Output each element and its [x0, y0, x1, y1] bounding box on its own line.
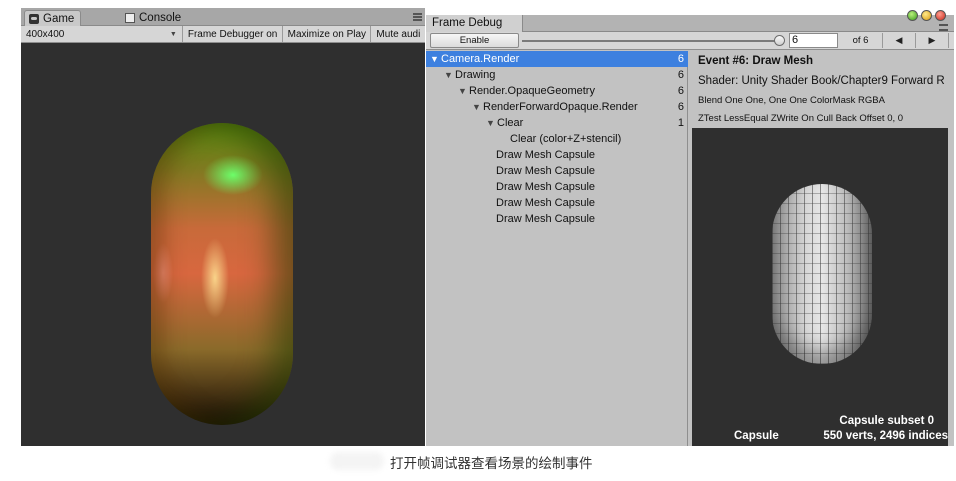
preview-mesh-name: Capsule — [734, 430, 779, 442]
shader-name: Shader: Unity Shader Book/Chapter9 Forwa… — [698, 75, 945, 87]
blend-state: Blend One One, One One ColorMask RGBA — [698, 95, 885, 106]
game-controller-icon — [29, 13, 39, 24]
tree-item-count: 6 — [677, 69, 684, 81]
next-event-button[interactable]: ▶ — [916, 33, 949, 48]
panel-menu-icon[interactable] — [939, 24, 948, 31]
tree-item-label: RenderForwardOpaque.Render — [483, 101, 638, 113]
tree-item-draw-mesh[interactable]: Draw Mesh Capsule — [426, 195, 688, 211]
tree-item-label: Draw Mesh Capsule — [496, 181, 596, 193]
tree-item-count: 1 — [677, 117, 684, 129]
expand-triangle-icon[interactable]: ▼ — [444, 67, 455, 83]
event-slider-handle[interactable] — [774, 35, 785, 46]
tree-item-count: 6 — [677, 53, 684, 65]
frame-debugger-toggle[interactable]: Frame Debugger on — [183, 26, 283, 42]
arrow-left-icon: ◀ — [895, 35, 903, 45]
tree-item-label: Clear (color+Z+stencil) — [510, 133, 622, 145]
event-title: Event #6: Draw Mesh — [698, 55, 814, 67]
tab-frame-debug[interactable]: Frame Debug — [426, 15, 523, 32]
tree-item-label: Render.OpaqueGeometry — [469, 85, 595, 97]
tree-item-count: 6 — [677, 101, 684, 113]
tab-game[interactable]: Game — [24, 10, 82, 26]
tree-item-draw-mesh[interactable]: Draw Mesh Capsule — [426, 179, 688, 195]
mute-audio-toggle[interactable]: Mute audi — [371, 26, 425, 42]
figure-caption: 打开帧调试器查看场景的绘制事件 — [390, 456, 593, 472]
frame-debug-panel: Frame Debug Enable 6 of 6 ◀ ▶ ▼ Camera.Re… — [426, 10, 954, 446]
panel-menu-icon[interactable] — [413, 13, 422, 21]
mesh-preview[interactable]: Capsule subset 0 Capsule 550 verts, 2496… — [692, 128, 948, 446]
arrow-right-icon: ▶ — [928, 35, 936, 45]
tree-item-label: Clear — [497, 117, 524, 129]
tree-item-draw-mesh[interactable]: Draw Mesh Capsule — [426, 211, 688, 227]
tree-item-clear[interactable]: ▼ Clear 1 — [426, 115, 688, 131]
tree-item-render-opaque-geometry[interactable]: ▼ Render.OpaqueGeometry 6 — [426, 83, 688, 99]
tab-game-label: Game — [43, 12, 75, 25]
tree-item-draw-mesh[interactable]: Draw Mesh Capsule — [426, 147, 688, 163]
tab-console[interactable]: Console — [121, 10, 187, 26]
tree-item-label: Draw Mesh Capsule — [496, 197, 596, 209]
lit-capsule — [151, 123, 293, 425]
depth-state: ZTest LessEqual ZWrite On Cull Back Offs… — [698, 113, 904, 124]
tree-item-count: 6 — [677, 85, 684, 97]
frame-debug-tabbar: Frame Debug — [426, 10, 954, 32]
event-hierarchy: ▼ Camera.Render 6 ▼ Drawing 6 ▼ Render.Opaq… — [426, 51, 688, 446]
tab-console-label: Console — [139, 12, 182, 24]
expand-triangle-icon[interactable]: ▼ — [472, 99, 483, 115]
resolution-value: 400x400 — [26, 28, 65, 40]
expand-triangle-icon[interactable]: ▼ — [458, 83, 469, 99]
game-toolbar: 400x400 ▼ Frame Debugger on Maximize on … — [21, 26, 425, 43]
game-viewport[interactable] — [21, 43, 425, 446]
tree-item-drawing[interactable]: ▼ Drawing 6 — [426, 67, 688, 83]
window-buttons — [907, 10, 946, 21]
close-window-icon[interactable] — [935, 10, 946, 21]
expand-triangle-icon[interactable]: ▼ — [430, 51, 441, 67]
preview-mesh-stats: 550 verts, 2496 indices — [823, 430, 948, 442]
enable-button[interactable]: Enable — [430, 33, 519, 48]
event-index-input[interactable]: 6 — [789, 33, 838, 48]
tree-item-label: Drawing — [455, 69, 496, 81]
event-detail-pane: Event #6: Draw Mesh Shader: Unity Shader… — [689, 51, 954, 446]
previous-event-button[interactable]: ◀ — [883, 33, 916, 48]
tree-item-label: Draw Mesh Capsule — [496, 213, 596, 225]
event-slider-track[interactable] — [522, 40, 780, 42]
preview-subset-label: Capsule subset 0 — [839, 415, 934, 427]
maximize-on-play-toggle[interactable]: Maximize on Play — [283, 26, 372, 42]
blurred-watermark — [330, 452, 384, 470]
minimize-window-icon[interactable] — [921, 10, 932, 21]
expand-triangle-icon[interactable]: ▼ — [486, 115, 497, 131]
tree-item-clear-event[interactable]: Clear (color+Z+stencil) — [426, 131, 688, 147]
tree-item-label: Draw Mesh Capsule — [496, 165, 596, 177]
tree-item-label: Camera.Render — [441, 53, 520, 65]
tree-item-label: Draw Mesh Capsule — [496, 149, 596, 161]
tree-item-camera-render[interactable]: ▼ Camera.Render 6 — [426, 51, 688, 67]
resolution-dropdown[interactable]: 400x400 ▼ — [21, 26, 183, 42]
zoom-window-icon[interactable] — [907, 10, 918, 21]
game-panel: Game Console 400x400 ▼ Frame Debugger on… — [21, 8, 425, 446]
tree-item-draw-mesh[interactable]: Draw Mesh Capsule — [426, 163, 688, 179]
frame-debug-toolbar: Enable 6 of 6 ◀ ▶ — [426, 32, 954, 50]
wireframe-capsule — [772, 184, 872, 364]
game-tabbar: Game Console — [21, 8, 425, 26]
tree-item-render-forward-opaque[interactable]: ▼ RenderForwardOpaque.Render 6 — [426, 99, 688, 115]
event-total-label: of 6 — [839, 33, 883, 48]
dropdown-arrow-icon: ▼ — [169, 30, 177, 38]
console-icon — [125, 13, 135, 23]
